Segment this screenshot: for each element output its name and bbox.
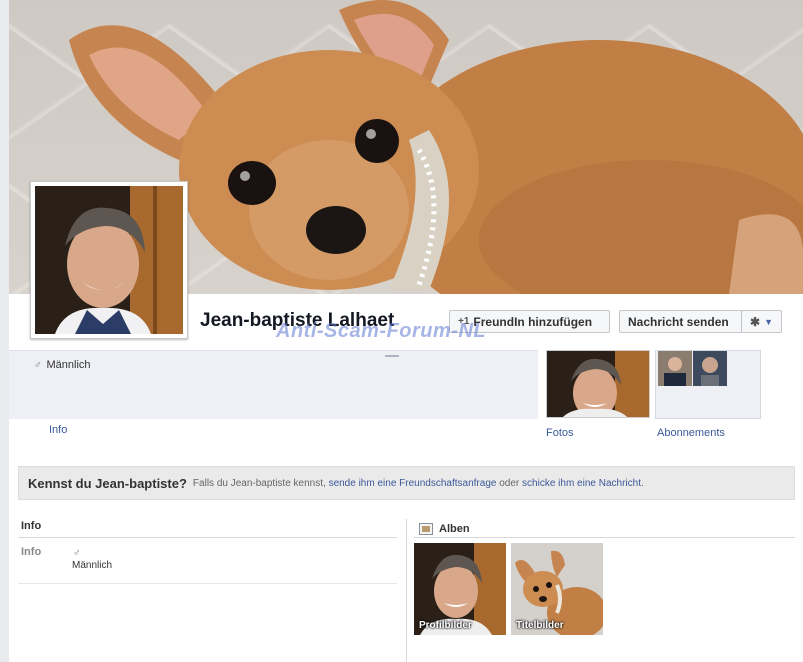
gender-label: Männlich bbox=[46, 359, 91, 371]
subscription-avatar bbox=[693, 351, 727, 386]
divider-dash bbox=[385, 355, 399, 357]
album-profile-pictures[interactable]: Profilbilder bbox=[414, 543, 506, 635]
gender-entry: ♂ Männlich bbox=[34, 359, 91, 371]
chevron-down-icon: ▼ bbox=[764, 316, 773, 327]
send-message-label: Nachricht senden bbox=[628, 314, 729, 329]
male-icon: ♂ bbox=[34, 359, 42, 371]
send-friend-request-link[interactable]: sende ihm eine Freundschaftsanfrage bbox=[329, 478, 497, 489]
album-cover-pictures[interactable]: Titelbilder bbox=[511, 543, 603, 635]
albums-section-heading: Alben bbox=[414, 518, 795, 538]
subscriptions-link[interactable]: Abonnements bbox=[657, 427, 725, 439]
photos-link[interactable]: Fotos bbox=[546, 427, 574, 439]
photos-thumbnail[interactable] bbox=[546, 350, 650, 418]
left-edge bbox=[0, 0, 9, 662]
man-portrait-image bbox=[35, 186, 183, 334]
settings-dropdown-button[interactable]: ✱ ▼ bbox=[741, 310, 782, 333]
profile-picture[interactable] bbox=[30, 181, 188, 339]
send-message-button[interactable]: Nachricht senden bbox=[619, 310, 742, 333]
album-caption: Titelbilder bbox=[516, 620, 564, 631]
subscriptions-thumbnail[interactable] bbox=[655, 350, 761, 419]
subscription-avatar bbox=[658, 351, 692, 386]
profile-summary-box: ♂ Männlich bbox=[9, 350, 538, 419]
info-row-value: Männlich bbox=[72, 560, 113, 571]
text-end: . bbox=[640, 477, 644, 489]
text-before: Falls du Jean-baptiste kennst, bbox=[192, 477, 326, 489]
do-you-know-bar: Kennst du Jean-baptiste? Falls du Jean-b… bbox=[18, 466, 795, 500]
photos-preview-image bbox=[547, 351, 649, 417]
male-icon: ♂ bbox=[73, 548, 81, 559]
info-row: Info ♂ Männlich bbox=[18, 538, 397, 584]
gear-icon: ✱ bbox=[750, 314, 761, 329]
info-section-heading: Info bbox=[18, 518, 397, 538]
column-divider bbox=[406, 519, 407, 662]
album-caption: Profilbilder bbox=[419, 620, 472, 631]
info-tab-link[interactable]: Info bbox=[49, 424, 67, 436]
do-you-know-title: Kennst du Jean-baptiste? bbox=[28, 475, 187, 491]
album-icon bbox=[419, 522, 433, 535]
text-middle: oder bbox=[499, 477, 520, 489]
send-message-link[interactable]: schicke ihm eine Nachricht bbox=[522, 478, 641, 489]
info-row-key: Info bbox=[21, 546, 42, 558]
do-you-know-text: Falls du Jean-baptiste kennst, sende ihm… bbox=[193, 478, 644, 489]
add-friend-label: FreundIn hinzufügen bbox=[473, 314, 593, 329]
albums-heading-label: Alben bbox=[439, 522, 470, 535]
watermark: Anti-Scam-Forum-NL bbox=[276, 320, 487, 342]
